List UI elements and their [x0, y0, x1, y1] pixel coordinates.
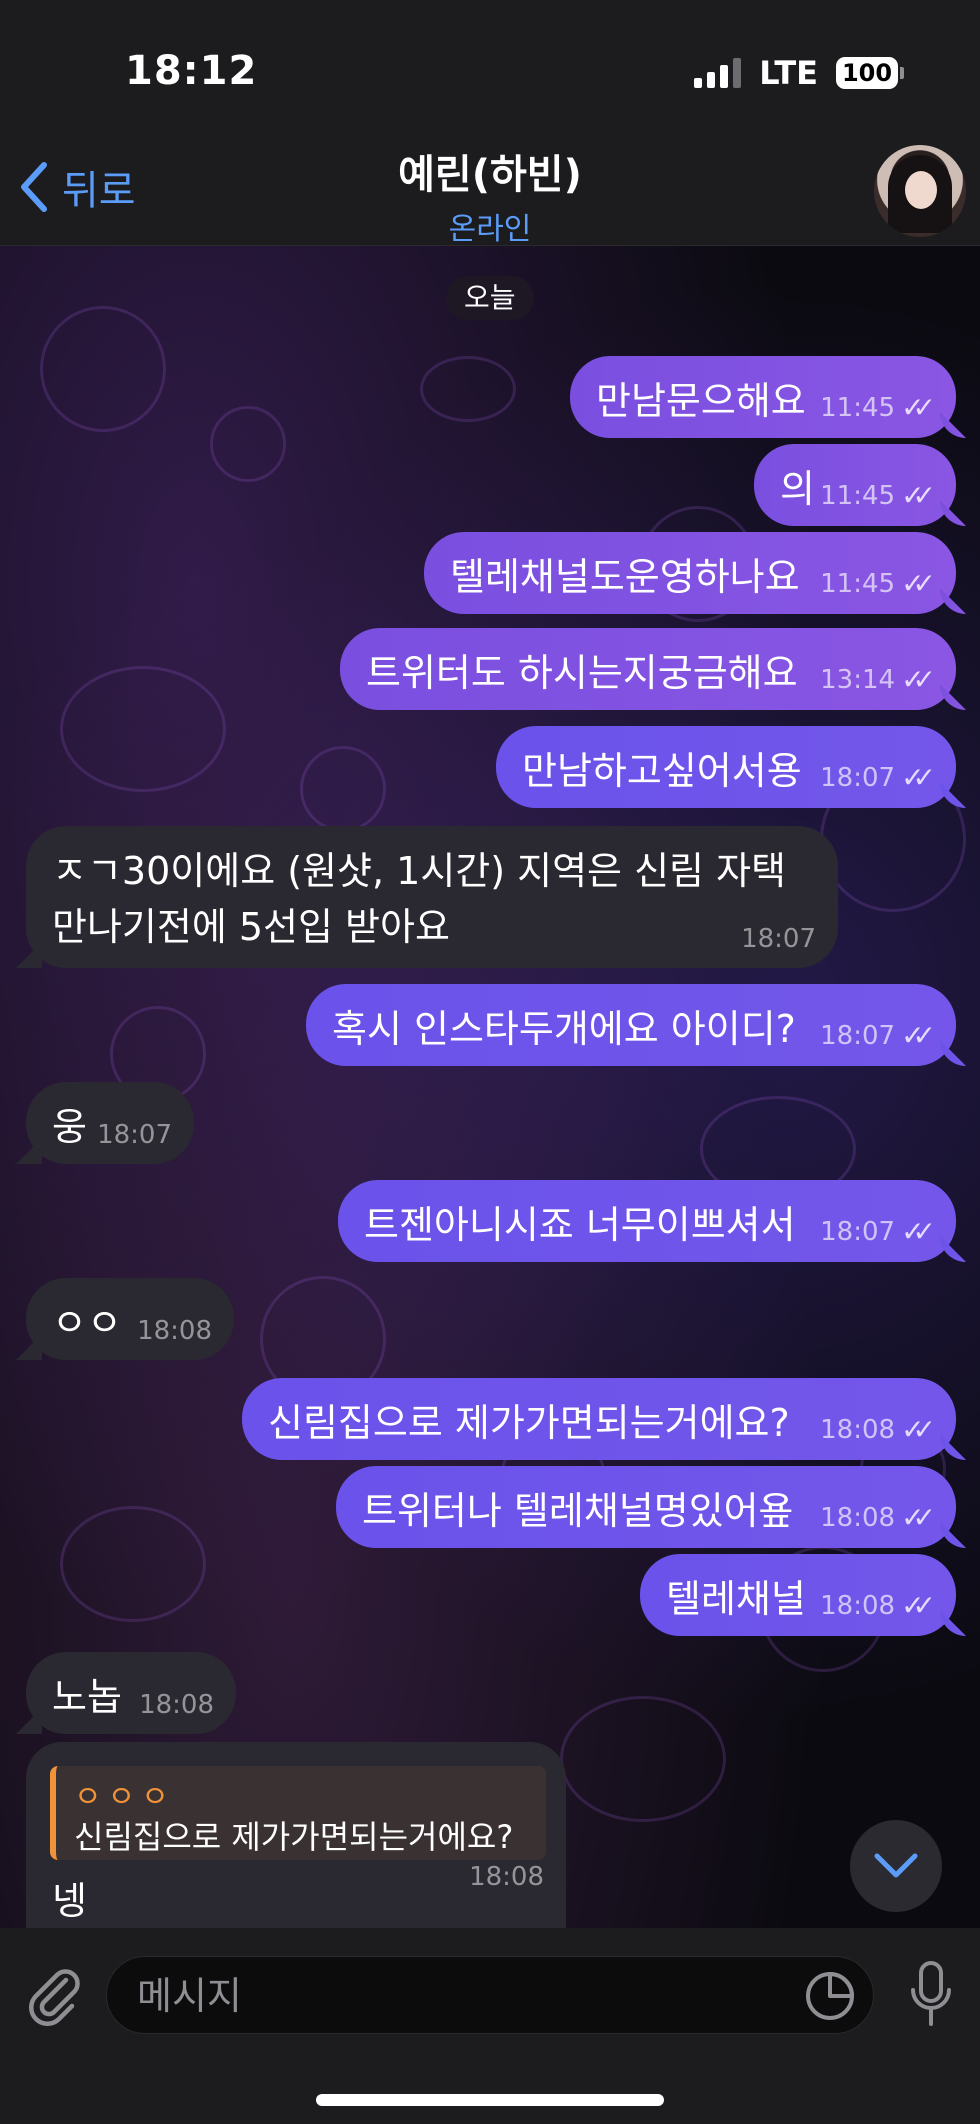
message-bubble-outgoing[interactable]: 텔레채널도운영하나요 11:45 ✓✓	[424, 532, 956, 614]
message-text: 만남문으해요	[596, 379, 806, 423]
message-meta: 18:07	[741, 924, 816, 954]
message-text: 만나기전에 5선입 받아요	[52, 905, 450, 949]
message-meta: 18:07 ✓✓	[820, 1215, 936, 1248]
scroll-to-bottom-button[interactable]	[850, 1820, 942, 1912]
message-time: 18:08	[820, 1590, 896, 1621]
message-bubble-outgoing[interactable]: 텔레채널 18:08 ✓✓	[640, 1554, 956, 1636]
avatar[interactable]	[874, 145, 966, 237]
message-meta: 18:08 ✓✓	[820, 1501, 936, 1534]
status-indicators: LTE 100	[694, 54, 904, 92]
message-text: 텔레채널도운영하나요	[450, 555, 800, 599]
microphone-icon[interactable]	[908, 1960, 954, 2030]
message-bubble-outgoing[interactable]: 트위터나 텔레채널명있어욮 18:08 ✓✓	[336, 1466, 956, 1548]
message-bubble-outgoing[interactable]: 트젠아니시죠 너무이쁘셔서 18:07 ✓✓	[338, 1180, 956, 1262]
reply-quote[interactable]: ㅇㅇㅇ 신림집으로 제가가면되는거에요?	[50, 1766, 546, 1860]
chevron-down-icon	[874, 1853, 918, 1878]
message-text: ㅇㅇ	[52, 1301, 122, 1345]
network-label: LTE	[759, 54, 818, 92]
message-time: 18:07	[741, 924, 816, 954]
message-bubble-incoming-reply[interactable]: ㅇㅇㅇ 신림집으로 제가가면되는거에요? 넹 18:08	[26, 1742, 566, 1928]
chat-header: 18:12 LTE 100 뒤로 예린(하빈) 온라인	[0, 0, 980, 248]
message-text: 신림집으로 제가가면되는거에요?	[268, 1401, 790, 1445]
sticker-icon[interactable]	[803, 1969, 857, 2023]
message-time: 11:45	[820, 480, 896, 511]
message-bubble-incoming[interactable]: 노놉 18:08	[26, 1652, 236, 1734]
message-input-container	[106, 1956, 874, 2034]
message-time: 18:07	[820, 1020, 896, 1051]
double-check-icon: ✓✓	[901, 479, 936, 512]
message-time: 18:07	[97, 1120, 172, 1150]
message-bubble-outgoing[interactable]: 혹시 인스타두개에요 아이디? 18:07 ✓✓	[306, 984, 956, 1066]
message-bubble-incoming[interactable]: ㅈㄱ30이에요 (원샷, 1시간) 지역은 신림 자택 만나기전에 5선입 받아…	[26, 826, 838, 968]
message-time: 18:08	[137, 1316, 212, 1346]
battery-level: 100	[836, 57, 898, 89]
message-meta: 18:08 ✓✓	[820, 1413, 936, 1446]
message-text: 트젠아니시죠 너무이쁘셔서	[364, 1203, 796, 1247]
double-check-icon: ✓✓	[901, 1019, 936, 1052]
message-meta: 18:07 ✓✓	[820, 761, 936, 794]
double-check-icon: ✓✓	[901, 1413, 936, 1446]
message-time: 13:14	[820, 664, 896, 695]
message-meta: 11:45 ✓✓	[820, 567, 936, 600]
composer-bar	[0, 1928, 980, 2124]
message-text: 의	[780, 467, 815, 511]
message-text: 넹	[52, 1879, 87, 1923]
message-text: 혹시 인스타두개에요 아이디?	[332, 1007, 796, 1051]
message-time: 18:07	[820, 1216, 896, 1247]
message-meta: 18:08	[139, 1690, 214, 1720]
signal-icon	[694, 58, 742, 88]
chat-title: 예린(하빈)	[398, 152, 582, 198]
message-bubble-incoming[interactable]: ㅇㅇ 18:08	[26, 1278, 234, 1360]
paperclip-icon[interactable]	[22, 1962, 86, 2026]
message-text: 만남하고싶어서용	[522, 749, 802, 793]
message-meta: 18:08	[469, 1862, 544, 1892]
message-meta: 18:07 ✓✓	[820, 1019, 936, 1052]
message-time: 11:45	[820, 392, 896, 423]
message-text: 웅	[52, 1105, 87, 1149]
battery-icon: 100	[836, 57, 904, 89]
date-separator: 오늘	[446, 276, 534, 320]
message-input[interactable]	[135, 1967, 779, 2025]
message-text: 텔레채널	[666, 1577, 806, 1621]
message-bubble-outgoing[interactable]: 트위터도 하시는지궁금해요 13:14 ✓✓	[340, 628, 956, 710]
message-time: 18:07	[820, 762, 896, 793]
double-check-icon: ✓✓	[901, 391, 936, 424]
message-time: 18:08	[820, 1414, 896, 1445]
reply-author: ㅇㅇㅇ	[74, 1780, 175, 1815]
status-time: 18:12	[125, 48, 258, 94]
message-bubble-outgoing[interactable]: 만남문으해요 11:45 ✓✓	[570, 356, 956, 438]
message-time: 11:45	[820, 568, 896, 599]
double-check-icon: ✓✓	[901, 761, 936, 794]
message-meta: 18:07	[97, 1120, 172, 1150]
double-check-icon: ✓✓	[901, 1215, 936, 1248]
home-indicator	[316, 2094, 664, 2106]
online-status: 온라인	[448, 212, 532, 247]
message-text: 노놉	[52, 1675, 122, 1719]
message-bubble-outgoing[interactable]: 신림집으로 제가가면되는거에요? 18:08 ✓✓	[242, 1378, 956, 1460]
reply-text: 신림집으로 제가가면되는거에요?	[74, 1818, 514, 1856]
message-time: 18:08	[469, 1862, 544, 1892]
message-time: 18:08	[139, 1690, 214, 1720]
message-meta: 18:08	[137, 1316, 212, 1346]
double-check-icon: ✓✓	[901, 1501, 936, 1534]
message-text: ㅈㄱ30이에요 (원샷, 1시간) 지역은 신림 자택	[52, 849, 787, 893]
message-text: 트위터도 하시는지궁금해요	[366, 651, 798, 695]
message-bubble-incoming[interactable]: 웅 18:07	[26, 1082, 194, 1164]
double-check-icon: ✓✓	[901, 663, 936, 696]
double-check-icon: ✓✓	[901, 1589, 936, 1622]
message-bubble-outgoing[interactable]: 의 11:45 ✓✓	[754, 444, 956, 526]
message-bubble-outgoing[interactable]: 만남하고싶어서용 18:07 ✓✓	[496, 726, 956, 808]
chat-title-block[interactable]: 예린(하빈) 온라인	[0, 142, 980, 248]
message-list[interactable]: 오늘 만남문으해요 11:45 ✓✓ 의 11:45 ✓✓ 텔레채널도운영하나요 1…	[0, 246, 980, 1928]
message-text: 트위터나 텔레채널명있어욮	[362, 1489, 794, 1533]
message-meta: 13:14 ✓✓	[820, 663, 936, 696]
message-time: 18:08	[820, 1502, 896, 1533]
double-check-icon: ✓✓	[901, 567, 936, 600]
message-meta: 11:45 ✓✓	[820, 479, 936, 512]
message-meta: 11:45 ✓✓	[820, 391, 936, 424]
message-meta: 18:08 ✓✓	[820, 1589, 936, 1622]
